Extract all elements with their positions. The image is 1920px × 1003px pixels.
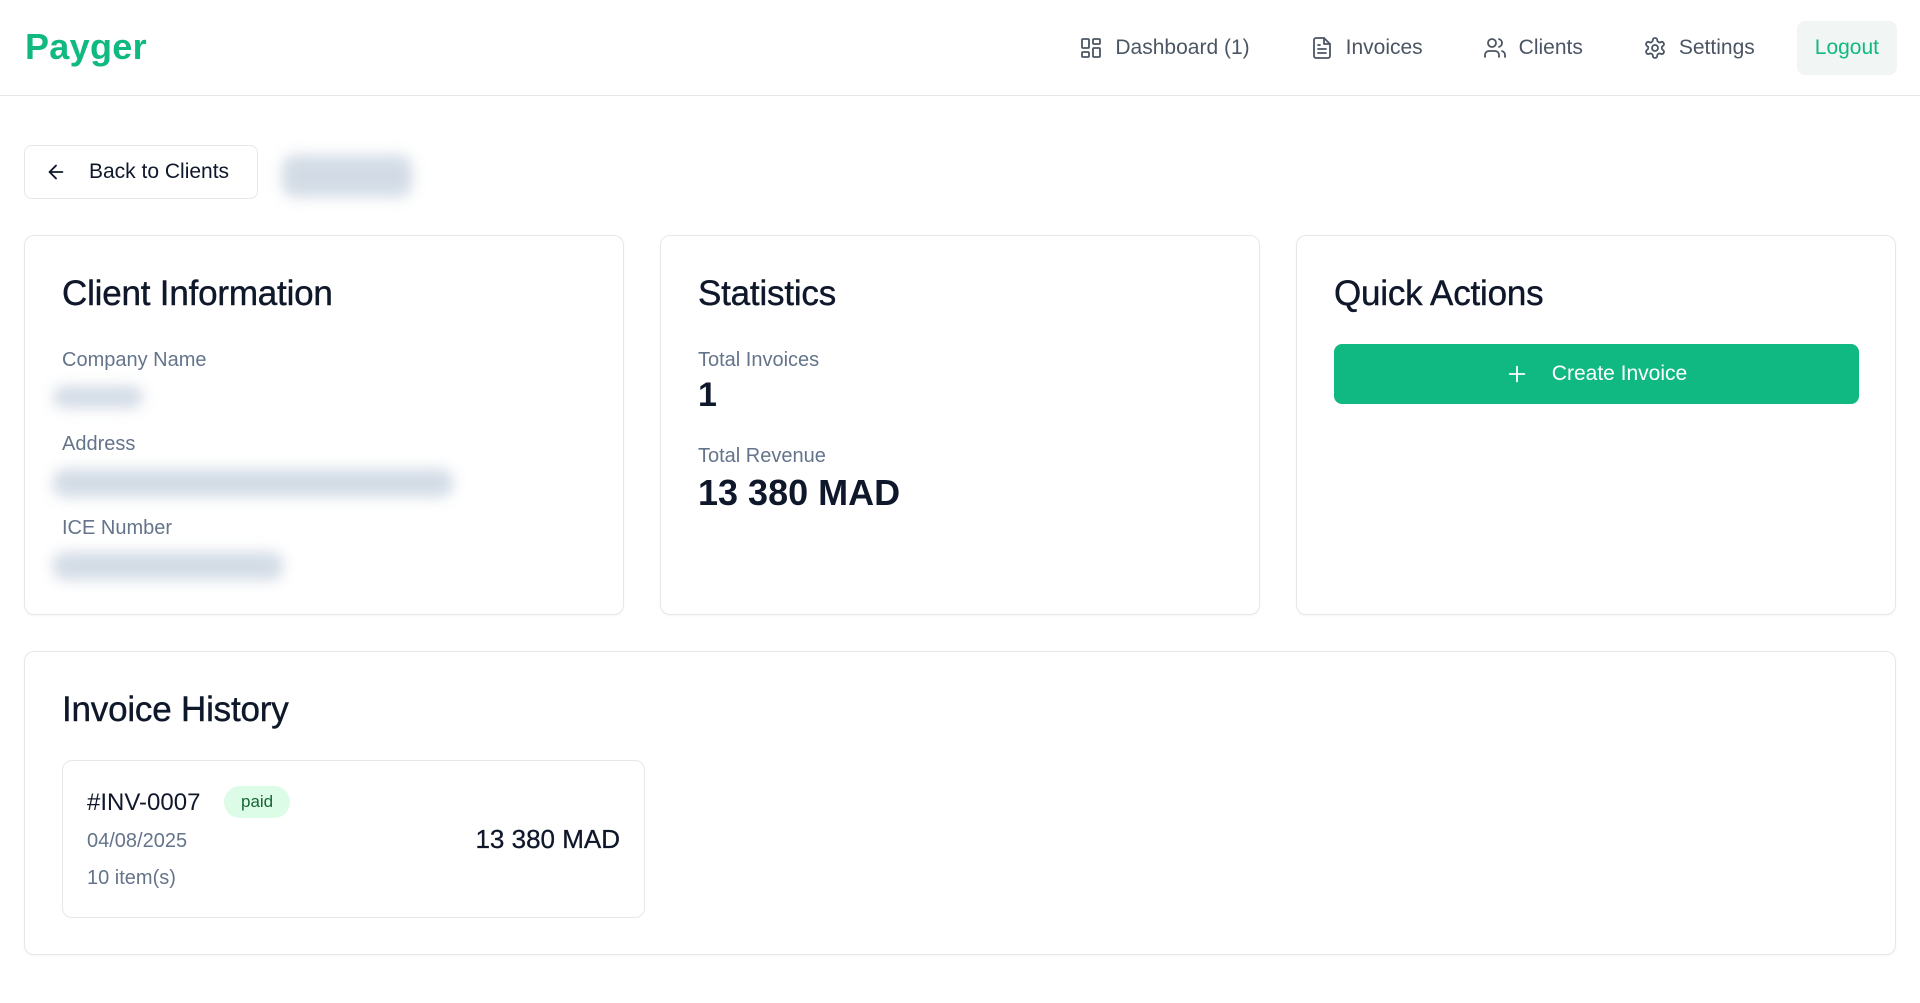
invoice-number: #INV-0007 — [87, 789, 201, 816]
document-icon — [1312, 37, 1331, 59]
create-invoice-label: Create Invoice — [1551, 362, 1688, 385]
brand-logo[interactable]: Payger — [25, 26, 147, 68]
redacted-address — [53, 469, 453, 497]
total-invoices-value: 1 — [698, 376, 717, 414]
address-label: Address — [62, 433, 136, 455]
client-information-card: Client Information Company Name Address … — [24, 235, 624, 615]
users-icon — [1483, 38, 1506, 58]
nav-settings[interactable]: Settings — [1631, 21, 1767, 75]
arrow-left-icon — [48, 164, 64, 180]
total-invoices-label: Total Invoices — [698, 349, 820, 371]
nav-clients[interactable]: Clients — [1471, 21, 1595, 75]
redacted-client-name — [282, 155, 412, 197]
quick-actions-title: Quick Actions — [1334, 274, 1544, 313]
total-revenue-label: Total Revenue — [698, 445, 826, 467]
nav-invoices-label: Invoices — [1345, 36, 1423, 59]
back-to-clients-button[interactable]: Back to Clients — [24, 145, 258, 199]
plus-icon — [1508, 365, 1526, 383]
invoice-history-card: Invoice History #INV-0007 paid 04/08/202… — [24, 651, 1896, 955]
status-badge: paid — [224, 786, 291, 818]
nav-clients-label: Clients — [1518, 36, 1583, 59]
top-navbar: Payger Dashboard (1) Invoices Clients Se… — [0, 0, 1920, 96]
total-revenue-value: 13 380 MAD — [698, 472, 901, 513]
invoice-item[interactable]: #INV-0007 paid 04/08/2025 10 item(s) 13 … — [62, 760, 645, 918]
gear-icon — [1645, 37, 1665, 59]
logout-button[interactable]: Logout — [1796, 21, 1897, 75]
dashboard-grid-icon — [1081, 38, 1102, 58]
create-invoice-button[interactable]: Create Invoice — [1334, 344, 1859, 404]
back-to-clients-label: Back to Clients — [89, 160, 230, 183]
main-nav: Dashboard (1) Invoices Clients Settings … — [1031, 21, 1897, 75]
client-information-title: Client Information — [62, 274, 333, 313]
statistics-card: Statistics Total Invoices 1 Total Revenu… — [660, 235, 1260, 615]
nav-settings-label: Settings — [1678, 36, 1755, 59]
invoice-item-count: 10 item(s) — [87, 867, 176, 889]
redacted-ice-number — [53, 552, 283, 580]
ice-number-label: ICE Number — [62, 517, 173, 539]
invoice-date: 04/08/2025 — [87, 830, 188, 852]
nav-invoices[interactable]: Invoices — [1298, 21, 1435, 75]
invoice-history-title: Invoice History — [62, 690, 289, 729]
statistics-title: Statistics — [698, 274, 837, 313]
quick-actions-card: Quick Actions Create Invoice — [1296, 235, 1896, 615]
invoice-amount: 13 380 MAD — [475, 824, 620, 854]
nav-dashboard[interactable]: Dashboard (1) — [1067, 21, 1261, 75]
nav-dashboard-label: Dashboard (1) — [1115, 36, 1250, 59]
redacted-company-name — [53, 386, 143, 408]
company-name-label: Company Name — [62, 349, 207, 371]
